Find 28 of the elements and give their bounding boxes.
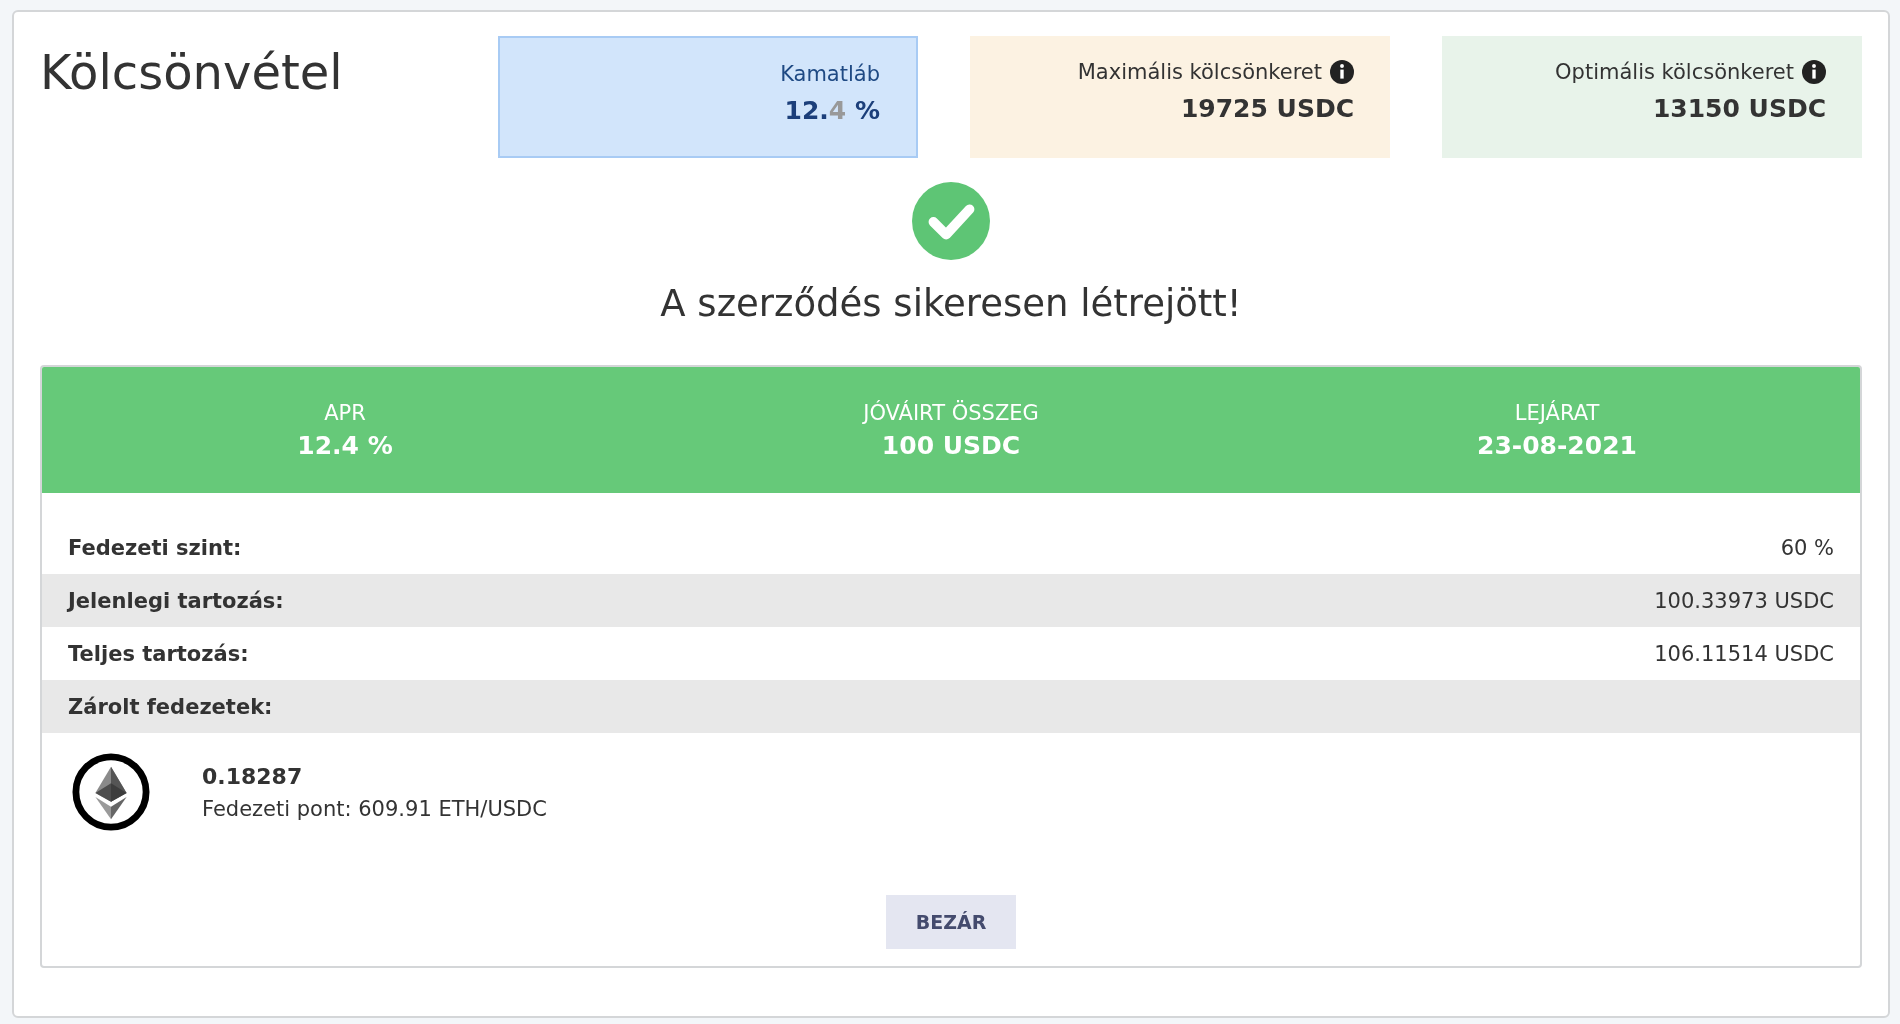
close-button[interactable]: BEZÁR — [885, 895, 1017, 949]
detail-value: 100.33973 USDC — [1654, 588, 1834, 613]
stat-value: 12.4 % — [784, 96, 880, 125]
info-icon[interactable] — [1330, 60, 1354, 84]
summary-value: 23-08-2021 — [1477, 430, 1637, 460]
summary-label: APR — [324, 400, 366, 425]
detail-value: 60 % — [1780, 535, 1834, 560]
liquidation-price: Fedezeti pont: 609.91 ETH/USDC — [202, 796, 547, 821]
summary-value: 12.4 % — [297, 430, 393, 460]
summary-value: 100 USDC — [881, 430, 1021, 460]
detail-label: Teljes tartozás: — [68, 641, 249, 666]
collateral-amount: 0.18287 — [202, 763, 304, 789]
info-icon[interactable] — [1802, 60, 1826, 84]
stat-label: Kamatláb — [780, 62, 880, 86]
stat-label: Optimális kölcsönkeret — [1555, 60, 1794, 84]
summary-label: JÓVÁIRT ÖSSZEG — [863, 400, 1039, 425]
stat-value: 19725 USDC — [1180, 94, 1354, 123]
summary-label: LEJÁRAT — [1514, 400, 1600, 425]
detail-label: Jelenlegi tartozás: — [68, 588, 284, 613]
page-title: Kölcsönvétel — [40, 44, 343, 100]
stat-label: Maximális kölcsönkeret — [1077, 60, 1322, 84]
detail-label: Fedezeti szint: — [68, 535, 242, 560]
stat-value: 13150 USDC — [1652, 94, 1826, 123]
checkmark-icon — [912, 182, 990, 260]
success-message: A szerződés sikeresen létrejött! — [660, 282, 1242, 325]
detail-label: Zárolt fedezetek: — [68, 694, 273, 719]
detail-value: 106.11514 USDC — [1654, 641, 1834, 666]
ethereum-icon — [72, 753, 150, 831]
